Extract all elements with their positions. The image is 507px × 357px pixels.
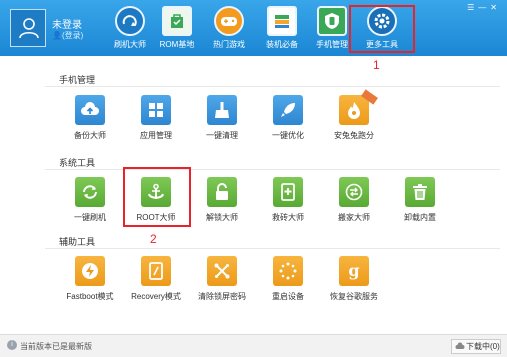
tile-label: 卸载内置 (404, 213, 436, 222)
svg-text:g: g (348, 262, 359, 280)
annotation-box-1 (349, 5, 415, 53)
refresh-icon (115, 6, 145, 36)
cloud-download-icon (455, 342, 465, 349)
tile-clear-lock-password[interactable]: 清除锁屏密码 (195, 256, 249, 302)
tile-label: 重启设备 (272, 292, 304, 301)
books-icon (267, 6, 297, 36)
wrench-icon (207, 256, 237, 286)
nav-label: ROM基地 (159, 40, 195, 49)
top-toolbar: 未登录 👤(登录) 刷机大师 ROM基地 热门游戏 装机必备 手机管理 更多工具… (0, 0, 507, 56)
nav-essentials[interactable]: 装机必备 (256, 6, 308, 50)
sparkle-icon (273, 256, 303, 286)
version-status: 当前版本已是最新版 (20, 342, 92, 351)
unlock-icon (207, 177, 237, 207)
tile-app-manage[interactable]: 应用管理 (129, 95, 183, 141)
close-icon[interactable]: ✕ (490, 3, 501, 12)
rom-bag-icon (162, 6, 192, 36)
nav-rom-base[interactable]: ROM基地 (151, 6, 203, 50)
tile-unlock-master[interactable]: 解锁大师 (195, 177, 249, 223)
annotation-marker-2: 2 (150, 232, 157, 246)
tile-one-click-clean[interactable]: 一键清理 (195, 95, 249, 141)
divider (45, 248, 500, 249)
tile-reboot-device[interactable]: 重启设备 (261, 256, 315, 302)
annotation-box-2 (123, 167, 191, 227)
recovery-icon (141, 256, 171, 286)
tile-label: 恢复谷歌服务 (330, 292, 378, 301)
lightning-icon (75, 256, 105, 286)
tile-label: 备份大师 (74, 131, 106, 140)
section-title-system-tools: 系统工具 (59, 158, 96, 168)
nav-label: 装机必备 (266, 40, 298, 49)
tile-label: 解锁大师 (206, 213, 238, 222)
cloud-upload-icon (75, 95, 105, 125)
gamepad-icon (214, 6, 244, 36)
login-link[interactable]: 👤(登录) (52, 30, 83, 41)
nav-flash-master[interactable]: 刷机大师 (104, 6, 156, 50)
status-bar: i 当前版本已是最新版 下载中(0) (0, 334, 507, 357)
fire-icon (339, 95, 369, 125)
login-link-label[interactable]: (登录) (62, 31, 83, 40)
tile-fastboot-mode[interactable]: Fastboot模式 (63, 256, 117, 302)
tile-restore-google[interactable]: g 恢复谷歌服务 (327, 256, 381, 302)
downloads-button[interactable]: 下载中(0) (451, 339, 501, 354)
tile-recovery-mode[interactable]: Recovery模式 (129, 256, 183, 302)
swap-icon (339, 177, 369, 207)
skin-icon[interactable]: ☰ (467, 3, 478, 12)
section-title-phone-manage: 手机管理 (59, 75, 96, 85)
rocket-icon (273, 95, 303, 125)
nav-label: 热门游戏 (213, 40, 245, 49)
annotation-marker-1: 1 (373, 58, 380, 72)
tile-label: 救砖大师 (272, 213, 304, 222)
tile-label: Fastboot模式 (66, 292, 114, 301)
tile-label: 一键清理 (206, 131, 238, 140)
divider (45, 169, 500, 170)
tile-one-click-optimize[interactable]: 一键优化 (261, 95, 315, 141)
tile-label: 清除锁屏密码 (198, 292, 246, 301)
divider (45, 86, 500, 87)
trash-icon (405, 177, 435, 207)
tile-uninstall-builtin[interactable]: 卸载内置 (393, 177, 447, 223)
sync-icon (75, 177, 105, 207)
tile-label: 安兔兔跑分 (334, 131, 374, 140)
user-name: 未登录 (52, 20, 82, 31)
minimize-icon[interactable]: — (478, 3, 490, 12)
google-g-icon: g (339, 256, 369, 286)
section-title-aux-tools: 辅助工具 (59, 237, 96, 247)
tile-label: 一键刷机 (74, 213, 106, 222)
shield-icon (317, 6, 347, 36)
tile-backup-master[interactable]: 备份大师 (63, 95, 117, 141)
tile-label: Recovery模式 (131, 292, 181, 301)
tile-rescue-master[interactable]: 救砖大师 (261, 177, 315, 223)
tile-one-click-flash[interactable]: 一键刷机 (63, 177, 117, 223)
avatar[interactable] (10, 9, 46, 47)
tile-label: 应用管理 (140, 131, 172, 140)
nav-hot-games[interactable]: 热门游戏 (203, 6, 255, 50)
user-icon (19, 18, 39, 39)
phone-plus-icon (273, 177, 303, 207)
window-controls[interactable]: ☰—✕ (467, 3, 501, 12)
grid-icon (141, 95, 171, 125)
nav-label: 刷机大师 (114, 40, 146, 49)
tile-label: 搬家大师 (338, 213, 370, 222)
tile-move-master[interactable]: 搬家大师 (327, 177, 381, 223)
info-icon: i (7, 340, 17, 350)
broom-icon (207, 95, 237, 125)
tile-label: 一键优化 (272, 131, 304, 140)
downloads-label[interactable]: 下载中(0) (466, 342, 500, 351)
